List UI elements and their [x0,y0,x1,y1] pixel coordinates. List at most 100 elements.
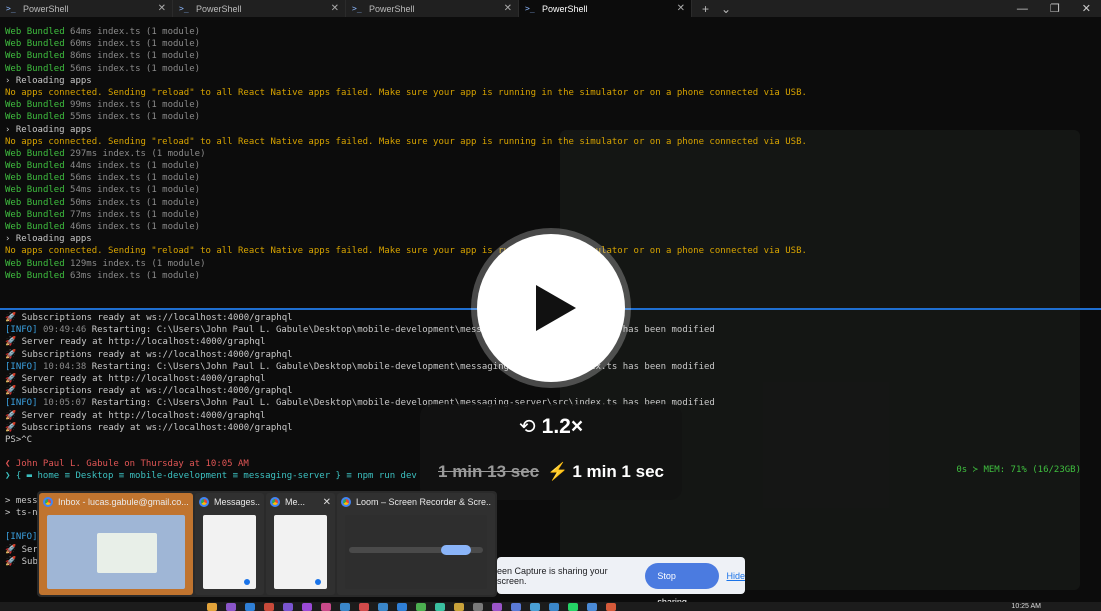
thumbnail-messages[interactable]: Messages... [195,493,264,595]
chrome-icon [270,497,280,507]
thumbnail-loom[interactable]: Loom – Screen Recorder & Scre... [337,493,495,595]
window-controls: — ❐ ✕ [1017,0,1101,17]
close-icon[interactable]: ✕ [331,3,339,14]
thumbnail-inbox[interactable]: Inbox - lucas.gabule@gmail.co... [39,493,193,595]
log-time: 10:04:38 [42,361,87,372]
thumbnail-title: Me... [285,497,306,507]
bundle-status: Bundled [26,258,65,269]
platform-label: Web [5,185,22,196]
terminal-line: Web Bundled 55ms index.ts (1 module) [0,111,1101,123]
taskbar-app-icon[interactable] [473,602,483,611]
rocket-icon: 🚀 [5,349,22,360]
info-tag: [INFO] [5,398,38,409]
tab-powershell-1[interactable]: >_ PowerShell ✕ [0,0,173,17]
thumbnail-title-bar: Me... ✕ [266,493,335,511]
taskbar-app-icon[interactable] [226,602,236,611]
powershell-icon: >_ [525,4,535,13]
log-text: › Reloading apps [5,234,92,245]
taskbar-app-icon[interactable] [416,602,426,611]
terminal-line: No apps connected. Sending "reload" to a… [0,87,1101,99]
taskbar-app-icon[interactable] [568,602,578,611]
rocket-icon: 🚀 [5,422,22,433]
taskbar-app-icon[interactable] [492,602,502,611]
rocket-icon: 🚀 [5,386,22,397]
bundle-detail: 55ms index.ts (1 module) [70,112,201,123]
thumbnail-preview-image [345,515,487,589]
platform-label: Web [5,197,22,208]
close-icon[interactable]: ✕ [504,3,512,14]
powershell-icon: >_ [179,4,189,13]
close-window-button[interactable]: ✕ [1082,2,1091,15]
bundle-status: Bundled [26,27,65,37]
taskbar-app-icon[interactable] [397,602,407,611]
prompt-path-line: ❯ { ▬ home ≡ Desktop ≡ mobile-developmen… [5,471,417,482]
close-icon[interactable]: ✕ [677,3,685,14]
taskbar-app-icon[interactable] [245,602,255,611]
new-duration: 1 min 1 sec [572,462,664,481]
play-button[interactable] [477,234,625,382]
platform-label: Web [5,100,22,111]
taskbar-app-icon[interactable] [606,602,616,611]
platform-label: Web [5,51,22,62]
taskbar-app-icon[interactable] [340,602,350,611]
taskbar-app-icon[interactable] [549,602,559,611]
taskbar-app-icon[interactable] [587,602,597,611]
log-text: Server ready at http://localhost:4000/gr… [21,410,266,421]
chrome-icon [43,497,53,507]
taskbar-app-icon[interactable] [454,602,464,611]
terminal-line: Web Bundled 99ms index.ts (1 module) [0,99,1101,111]
tab-powershell-4[interactable]: >_ PowerShell ✕ [519,0,692,17]
stop-sharing-button[interactable]: Stop sharing [645,562,720,607]
taskbar-app-icon[interactable] [283,602,293,611]
taskbar-app-icon[interactable] [530,602,540,611]
hide-link[interactable]: Hide [726,571,745,581]
chrome-icon [341,497,351,507]
terminal-line: Web Bundled 44ms index.ts (1 module) [0,160,1101,172]
share-message: een Capture is sharing your screen. [497,565,608,586]
terminal-line: 🚀 Subscriptions ready at ws://localhost:… [0,385,1101,397]
close-icon[interactable]: ✕ [323,497,331,508]
loom-pill [441,545,471,555]
bundle-status: Bundled [26,39,65,50]
tab-powershell-2[interactable]: >_ PowerShell ✕ [173,0,346,17]
screen-share-bar: een Capture is sharing your screen. Stop… [497,557,745,607]
taskbar-app-icon[interactable] [511,602,521,611]
rocket-icon: 🚀 [5,373,22,384]
taskbar-app-icon[interactable] [435,602,445,611]
log-text: › Reloading apps [5,124,92,135]
tab-dropdown-button[interactable]: ⌄ [721,2,731,16]
platform-label: Web [5,173,22,184]
bundle-detail: 63ms index.ts (1 module) [70,270,201,281]
bundle-detail: 50ms index.ts (1 module) [70,197,201,208]
bundle-detail: 46ms index.ts (1 module) [70,222,201,232]
bundle-detail: 56ms index.ts (1 module) [70,173,201,184]
taskbar-app-icon[interactable] [359,602,369,611]
tab-label: PowerShell [542,3,588,14]
tab-powershell-3[interactable]: >_ PowerShell ✕ [346,0,519,17]
playback-speed[interactable]: ⟲ 1.2× [420,414,682,439]
bundle-status: Bundled [26,197,65,208]
playback-speed-panel: ⟲ 1.2× 1 min 13 sec ⚡ 1 min 1 sec [420,404,682,500]
bundle-detail: 99ms index.ts (1 module) [70,100,201,111]
taskbar-app-icon[interactable] [321,602,331,611]
terminal-line: Web Bundled 56ms index.ts (1 module) [0,172,1101,184]
bundle-detail: 60ms index.ts (1 module) [70,39,201,50]
taskbar-app-icon[interactable] [378,602,388,611]
bundle-detail: 297ms index.ts (1 module) [70,148,206,159]
thumbnail-me[interactable]: Me... ✕ [266,493,335,595]
new-tab-button[interactable]: + [702,2,709,16]
minimize-button[interactable]: — [1017,3,1028,15]
original-duration: 1 min 13 sec [438,462,540,481]
taskbar-app-icon[interactable] [264,602,274,611]
terminal-line: Web Bundled 86ms index.ts (1 module) [0,50,1101,62]
close-icon[interactable]: ✕ [158,3,166,14]
taskbar-app-icon[interactable] [207,602,217,611]
rocket-icon: 🚀 [5,556,22,567]
warning-text: No apps connected. Sending "reload" to a… [5,246,807,257]
log-text: › Reloading apps [5,75,92,86]
info-tag: [INFO] [5,532,38,543]
maximize-button[interactable]: ❐ [1050,2,1060,15]
taskbar-app-icon[interactable] [302,602,312,611]
duration-comparison: 1 min 13 sec ⚡ 1 min 1 sec [420,462,682,482]
taskbar-thumbnail-preview: Inbox - lucas.gabule@gmail.co... Message… [37,491,497,597]
